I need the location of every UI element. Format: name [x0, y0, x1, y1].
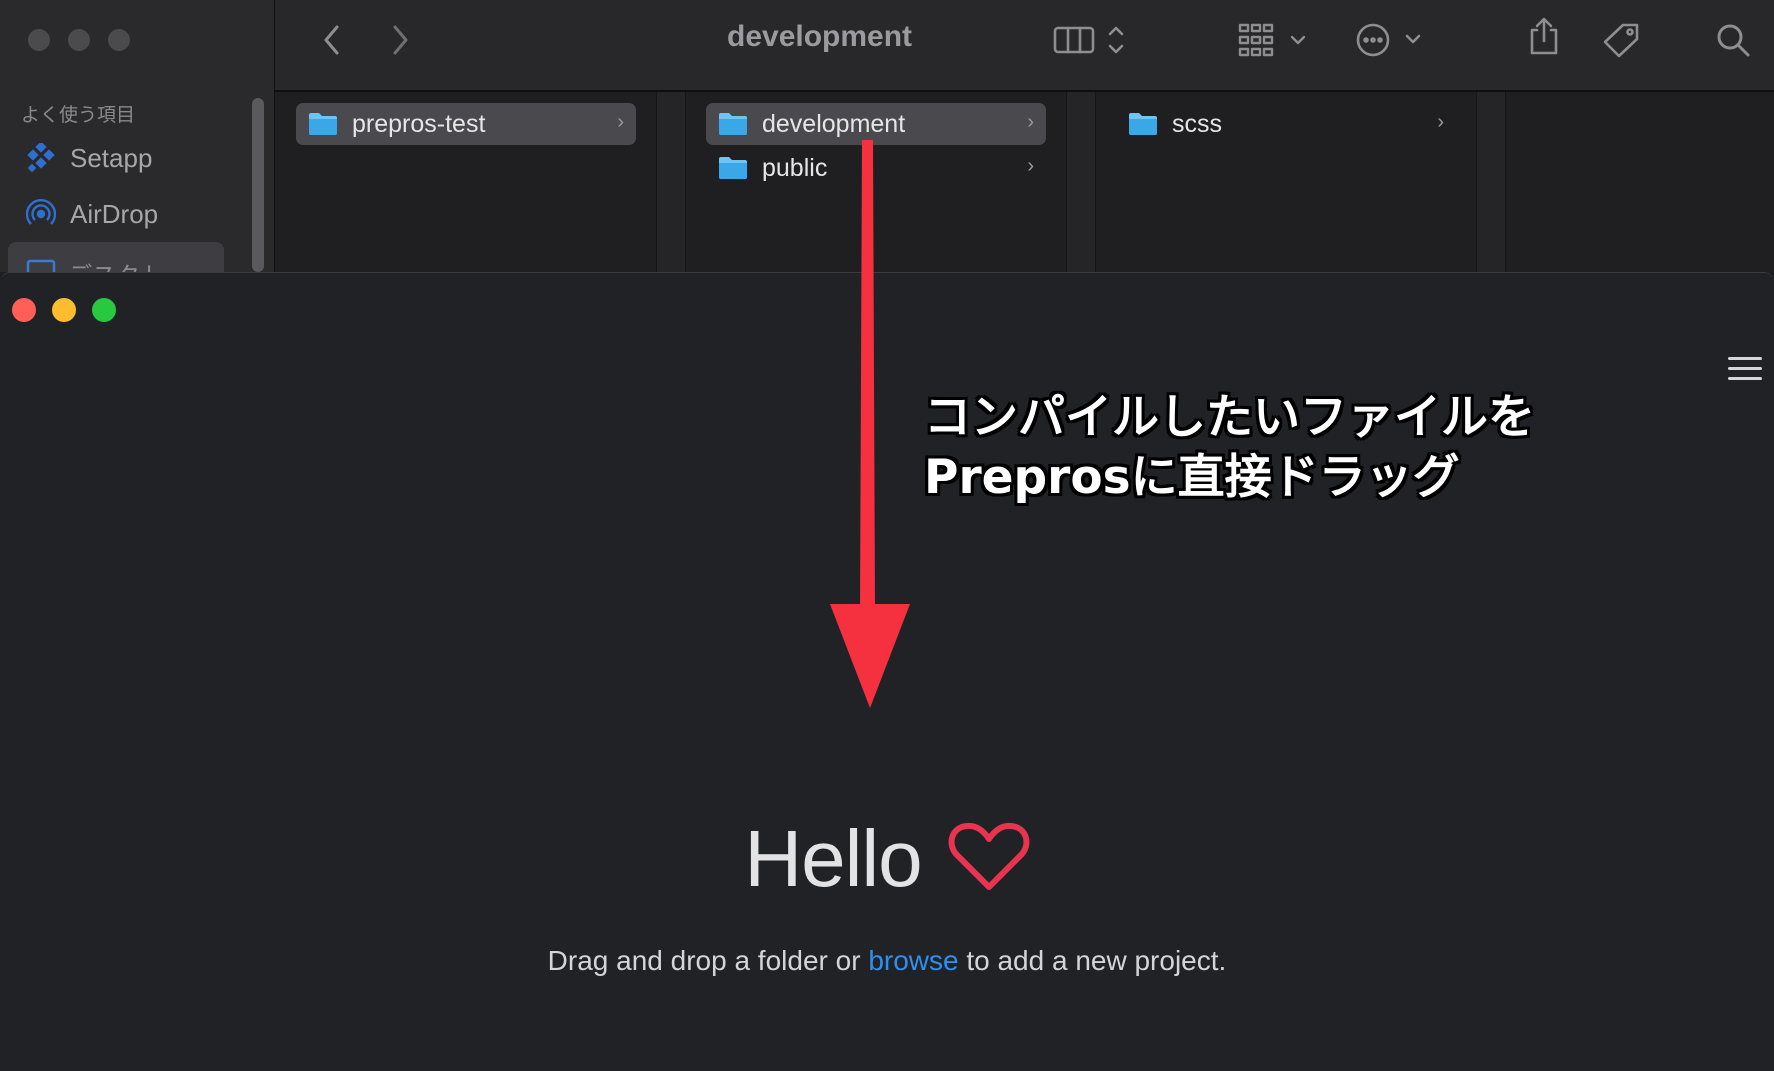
instruction-annotation: コンパイルしたいファイルを Preprosに直接ドラッグ — [924, 388, 1535, 508]
annotation-line: コンパイルしたいファイルを — [924, 390, 1535, 445]
drag-arrow-shaft — [860, 140, 875, 610]
drag-arrow — [830, 140, 910, 708]
drag-arrow-head — [830, 604, 910, 708]
annotation-line: Preprosに直接ドラッグ — [924, 450, 1460, 505]
